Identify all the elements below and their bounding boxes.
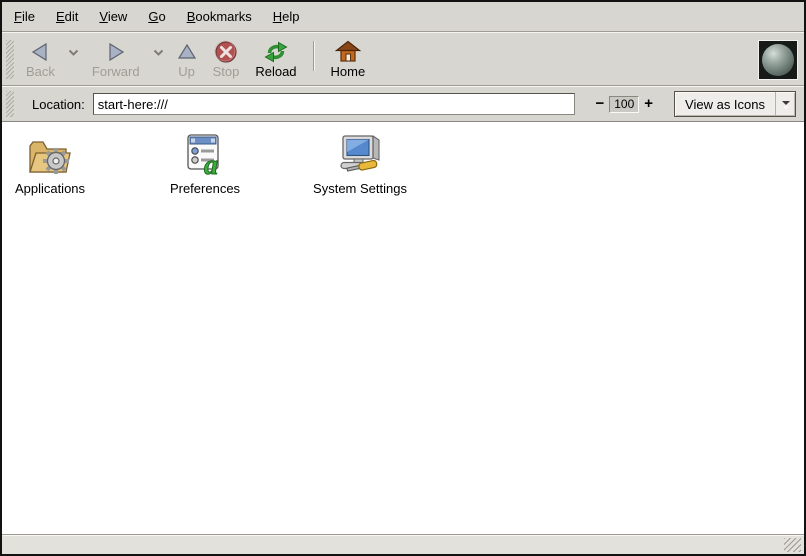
chevron-down-icon <box>68 44 79 59</box>
icon-label: System Settings <box>313 181 407 196</box>
view-mode-dropdown[interactable]: View as Icons <box>674 91 796 117</box>
dropdown-arrow-icon <box>775 92 795 116</box>
svg-text:a: a <box>204 150 218 178</box>
up-icon <box>177 39 197 64</box>
back-label: Back <box>26 65 55 79</box>
forward-label: Forward <box>92 65 140 79</box>
forward-icon <box>105 39 127 64</box>
location-input[interactable] <box>93 93 575 115</box>
zoom-out-button[interactable]: − <box>591 94 610 114</box>
menu-edit[interactable]: Edit <box>56 9 78 24</box>
back-button[interactable]: Back <box>18 36 63 83</box>
icon-item-system-settings[interactable]: System Settings <box>305 130 415 196</box>
system-settings-computer-icon <box>333 130 387 178</box>
home-button[interactable]: Home <box>323 36 374 83</box>
toolbar: Back Forward Up <box>2 33 804 85</box>
zoom-level-indicator[interactable]: 100 <box>609 96 639 113</box>
forward-button[interactable]: Forward <box>84 36 148 83</box>
back-icon <box>29 39 51 64</box>
stop-icon <box>214 39 238 64</box>
icon-item-applications[interactable]: Applications <box>2 130 105 196</box>
locationbar-grip-handle[interactable] <box>6 91 14 117</box>
menu-view[interactable]: View <box>99 9 127 24</box>
home-icon <box>335 39 361 64</box>
stop-label: Stop <box>213 65 240 79</box>
reload-label: Reload <box>255 65 296 79</box>
throbber-sphere-icon <box>762 44 794 76</box>
reload-button[interactable]: Reload <box>247 36 304 83</box>
view-mode-label: View as Icons <box>675 92 775 116</box>
icon-view-content[interactable]: Applications a Preferences <box>2 121 804 534</box>
toolbar-separator <box>313 41 315 71</box>
menu-bar: File Edit View Go Bookmarks Help <box>2 2 804 31</box>
throbber <box>758 40 798 80</box>
home-label: Home <box>331 65 366 79</box>
chevron-down-icon <box>153 44 164 59</box>
reload-icon <box>263 39 289 64</box>
location-bar: Location: − 100 + View as Icons <box>2 87 804 121</box>
location-label: Location: <box>32 97 85 112</box>
up-label: Up <box>178 65 195 79</box>
file-manager-window: File Edit View Go Bookmarks Help Back Fo… <box>0 0 806 556</box>
menu-help[interactable]: Help <box>273 9 300 24</box>
icon-label: Applications <box>15 181 85 196</box>
icon-label: Preferences <box>170 181 240 196</box>
applications-folder-gear-icon <box>25 130 75 178</box>
stop-button[interactable]: Stop <box>205 36 248 83</box>
menu-bookmarks[interactable]: Bookmarks <box>187 9 252 24</box>
toolbar-grip-handle[interactable] <box>6 40 14 79</box>
back-history-dropdown[interactable] <box>63 36 84 83</box>
resize-grip[interactable] <box>784 538 801 552</box>
zoom-in-button[interactable]: + <box>639 94 658 114</box>
up-button[interactable]: Up <box>169 36 205 83</box>
status-bar <box>2 534 804 554</box>
preferences-capplet-icon: a <box>182 130 228 178</box>
menu-go[interactable]: Go <box>148 9 165 24</box>
zoom-control: − 100 + <box>591 94 659 114</box>
forward-history-dropdown[interactable] <box>148 36 169 83</box>
icon-item-preferences[interactable]: a Preferences <box>150 130 260 196</box>
menu-file[interactable]: File <box>14 9 35 24</box>
